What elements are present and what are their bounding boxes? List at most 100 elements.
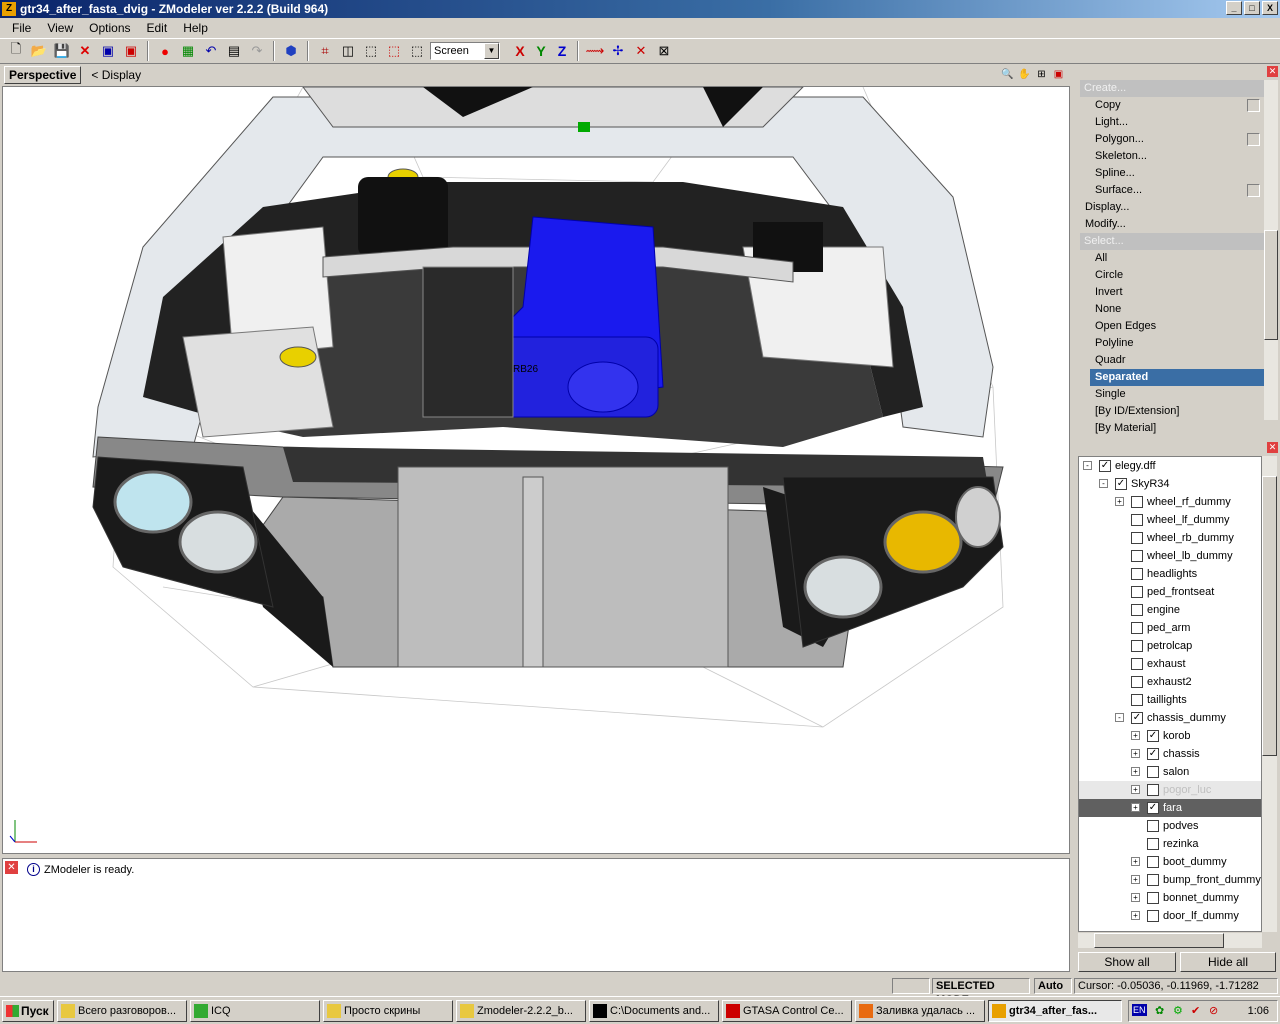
command-item-polyline[interactable]: Polyline	[1080, 335, 1264, 352]
command-item-display[interactable]: Display...	[1080, 199, 1264, 216]
menu-edit[interactable]: Edit	[139, 21, 176, 35]
visibility-checkbox[interactable]: ✓	[1115, 478, 1127, 490]
vertex-mode-icon[interactable]: ⌗	[315, 41, 335, 61]
taskbar-button[interactable]: Zmodeler-2.2.2_b...	[456, 1000, 586, 1022]
visibility-checkbox[interactable]: ✓	[1147, 802, 1159, 814]
visibility-checkbox[interactable]	[1147, 820, 1159, 832]
taskbar-button[interactable]: Заливка удалась ...	[855, 1000, 985, 1022]
zoom-icon[interactable]: 🔍	[1000, 67, 1015, 82]
visibility-checkbox[interactable]	[1147, 766, 1159, 778]
shield-icon[interactable]: ⬢	[281, 41, 301, 61]
visibility-checkbox[interactable]	[1147, 838, 1159, 850]
mirror-tool-icon[interactable]: ⊠	[654, 41, 674, 61]
visibility-checkbox[interactable]	[1131, 568, 1143, 580]
tree-node[interactable]: + boot_dummy	[1079, 853, 1261, 871]
visibility-checkbox[interactable]	[1131, 658, 1143, 670]
tree-node[interactable]: ped_frontseat	[1079, 583, 1261, 601]
coordinate-mode-select[interactable]: Screen ▼	[430, 42, 500, 60]
visibility-checkbox[interactable]	[1147, 784, 1159, 796]
tree-node[interactable]: ped_arm	[1079, 619, 1261, 637]
hide-all-button[interactable]: Hide all	[1180, 952, 1276, 972]
tree-node[interactable]: - ✓ elegy.dff	[1079, 457, 1261, 475]
collapse-icon[interactable]: -	[1115, 713, 1124, 722]
command-item-polygon[interactable]: Polygon...	[1080, 131, 1264, 148]
tree-node[interactable]: engine	[1079, 601, 1261, 619]
visibility-checkbox[interactable]: ✓	[1099, 460, 1111, 472]
pan-hand-icon[interactable]: ✋	[1017, 67, 1032, 82]
taskbar-button[interactable]: GTASA Control Ce...	[722, 1000, 852, 1022]
antivirus-tray-icon[interactable]: ⊘	[1209, 1004, 1218, 1017]
rotate-tool-icon[interactable]: ✢	[608, 41, 628, 61]
new-file-icon[interactable]: 🗋	[6, 41, 26, 61]
command-item-all[interactable]: All	[1080, 250, 1264, 267]
command-item-select[interactable]: Select...	[1080, 233, 1264, 250]
icq-tray-icon[interactable]: ✿	[1155, 1004, 1164, 1017]
tree-node[interactable]: + salon	[1079, 763, 1261, 781]
command-item-none[interactable]: None	[1080, 301, 1264, 318]
taskbar-button[interactable]: C:\Documents and...	[589, 1000, 719, 1022]
scrollbar-thumb[interactable]	[1264, 230, 1278, 340]
viewport-display-menu[interactable]: < Display	[91, 68, 141, 82]
expand-icon[interactable]: +	[1131, 785, 1140, 794]
visibility-checkbox[interactable]: ✓	[1147, 748, 1159, 760]
open-folder-icon[interactable]: 📂	[29, 41, 49, 61]
maximize-viewport-icon[interactable]: ▣	[1051, 67, 1066, 82]
tree-node[interactable]: + ✓ fara	[1079, 799, 1261, 817]
visibility-checkbox[interactable]	[1147, 910, 1159, 922]
start-button[interactable]: Пуск	[2, 1000, 54, 1022]
scrollbar-thumb[interactable]	[1262, 476, 1277, 756]
menu-options[interactable]: Options	[81, 21, 138, 35]
gear-tray-icon[interactable]: ⚙	[1173, 1004, 1183, 1017]
clock[interactable]: 1:06	[1248, 1005, 1269, 1017]
tree-node[interactable]: + ✓ korob	[1079, 727, 1261, 745]
command-option-checkbox[interactable]	[1247, 133, 1260, 146]
expand-icon[interactable]: +	[1131, 911, 1140, 920]
viewport-title[interactable]: Perspective	[4, 66, 82, 84]
command-option-checkbox[interactable]	[1247, 99, 1260, 112]
collapse-icon[interactable]: -	[1083, 461, 1092, 470]
tree-node[interactable]: - ✓ chassis_dummy	[1079, 709, 1261, 727]
command-item-light[interactable]: Light...	[1080, 114, 1264, 131]
tree-node[interactable]: + ✓ chassis	[1079, 745, 1261, 763]
move-tool-icon[interactable]: ⟿	[585, 41, 605, 61]
tree-node[interactable]: wheel_rb_dummy	[1079, 529, 1261, 547]
language-indicator[interactable]: EN	[1132, 1004, 1147, 1016]
expand-icon[interactable]: +	[1131, 749, 1140, 758]
command-item-open-edges[interactable]: Open Edges	[1080, 318, 1264, 335]
tree-node[interactable]: + bonnet_dummy	[1079, 889, 1261, 907]
axis-z-toggle[interactable]: Z	[553, 43, 571, 59]
expand-icon[interactable]: +	[1131, 875, 1140, 884]
import-icon[interactable]: ▣	[98, 41, 118, 61]
visibility-checkbox[interactable]	[1147, 874, 1159, 886]
undo-icon[interactable]: ↶	[201, 41, 221, 61]
command-item-by-id-extension[interactable]: [By ID/Extension]	[1080, 403, 1264, 420]
visibility-checkbox[interactable]	[1131, 496, 1143, 508]
visibility-checkbox[interactable]	[1147, 856, 1159, 868]
command-item-skeleton[interactable]: Skeleton...	[1080, 148, 1264, 165]
visibility-checkbox[interactable]	[1147, 892, 1159, 904]
tree-node[interactable]: + door_lf_dummy	[1079, 907, 1261, 925]
object-select-icon[interactable]: ⬚	[384, 41, 404, 61]
taskbar-button[interactable]: ICQ	[190, 1000, 320, 1022]
tree-node[interactable]: taillights	[1079, 691, 1261, 709]
tree-node[interactable]: petrolcap	[1079, 637, 1261, 655]
visibility-checkbox[interactable]	[1131, 622, 1143, 634]
axis-x-toggle[interactable]: X	[511, 43, 529, 59]
visibility-checkbox[interactable]: ✓	[1147, 730, 1159, 742]
visibility-checkbox[interactable]	[1131, 514, 1143, 526]
command-panel-scrollbar[interactable]	[1264, 80, 1278, 420]
tree-node[interactable]: wheel_lf_dummy	[1079, 511, 1261, 529]
visibility-checkbox[interactable]	[1131, 550, 1143, 562]
tree-node[interactable]: exhaust	[1079, 655, 1261, 673]
close-icon[interactable]: ✕	[1267, 442, 1278, 453]
tree-node[interactable]: headlights	[1079, 565, 1261, 583]
command-item-separated[interactable]: Separated	[1090, 369, 1264, 386]
maximize-button[interactable]: □	[1244, 1, 1260, 15]
expand-icon[interactable]: +	[1131, 803, 1140, 812]
menu-file[interactable]: File	[4, 21, 39, 35]
expand-icon[interactable]: +	[1131, 767, 1140, 776]
tree-node[interactable]: + wheel_rf_dummy	[1079, 493, 1261, 511]
save-icon[interactable]: 💾	[52, 41, 72, 61]
render-icon[interactable]: ▦	[178, 41, 198, 61]
tree-node[interactable]: wheel_lb_dummy	[1079, 547, 1261, 565]
